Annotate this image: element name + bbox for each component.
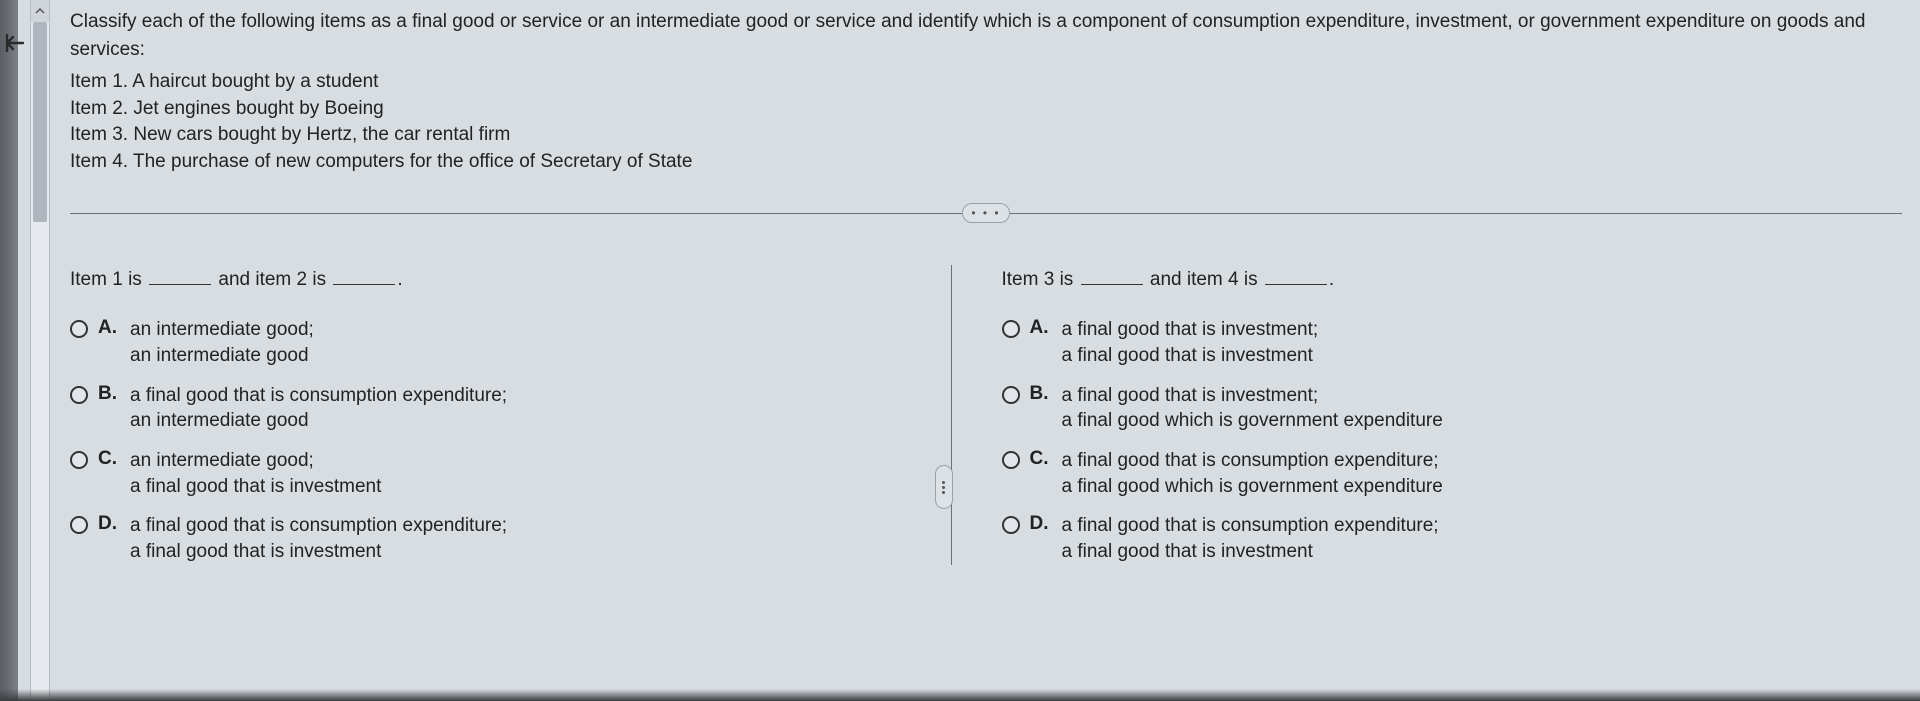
window-edge bbox=[0, 0, 18, 701]
question-1-column: Item 1 is and item 2 is . A. an intermed… bbox=[70, 265, 971, 564]
q1-option-a[interactable]: A. an intermediate good;an intermediate … bbox=[70, 317, 941, 368]
option-letter: A. bbox=[98, 317, 120, 339]
chevron-up-icon bbox=[35, 7, 45, 15]
option-letter: B. bbox=[98, 383, 120, 405]
option-text: an intermediate good;a final good that i… bbox=[130, 448, 381, 499]
option-letter: C. bbox=[1030, 448, 1052, 470]
answers-row: Item 1 is and item 2 is . A. an intermed… bbox=[70, 265, 1902, 564]
q1-option-b[interactable]: B. a final good that is consumption expe… bbox=[70, 383, 941, 434]
q2-stem: Item 3 is and item 4 is . bbox=[1002, 265, 1873, 291]
option-text: a final good that is consumption expendi… bbox=[1062, 513, 1439, 564]
option-text: a final good that is consumption expendi… bbox=[130, 513, 507, 564]
question-prompt: Classify each of the following items as … bbox=[70, 8, 1902, 63]
q1-blank-2 bbox=[333, 265, 395, 285]
scroll-thumb[interactable] bbox=[33, 22, 47, 222]
item-2: Item 2. Jet engines bought by Boeing bbox=[70, 96, 1902, 123]
item-4: Item 4. The purchase of new computers fo… bbox=[70, 149, 1902, 176]
q2-stem-part-b: and item 4 is bbox=[1150, 269, 1258, 290]
option-letter: A. bbox=[1030, 317, 1052, 339]
option-letter: B. bbox=[1030, 383, 1052, 405]
bottom-shadow bbox=[0, 689, 1920, 701]
back-button[interactable] bbox=[0, 28, 30, 58]
expand-pill[interactable]: • • • bbox=[962, 203, 1010, 223]
q1-options: A. an intermediate good;an intermediate … bbox=[70, 317, 941, 564]
option-text: a final good that is consumption expendi… bbox=[1062, 448, 1443, 499]
q2-stem-part-c: . bbox=[1329, 269, 1334, 290]
section-divider: • • • bbox=[70, 203, 1902, 223]
q2-stem-part-a: Item 3 is bbox=[1002, 269, 1074, 290]
q1-option-c[interactable]: C. an intermediate good;a final good tha… bbox=[70, 448, 941, 499]
q2-option-b[interactable]: B. a final good that is investment;a fin… bbox=[1002, 383, 1873, 434]
q2-option-a[interactable]: A. a final good that is investment;a fin… bbox=[1002, 317, 1873, 368]
radio-button[interactable] bbox=[1002, 516, 1020, 534]
option-text: a final good that is investment;a final … bbox=[1062, 317, 1319, 368]
q2-blank-1 bbox=[1081, 265, 1143, 285]
question-2-column: Item 3 is and item 4 is . A. a final goo… bbox=[962, 265, 1903, 564]
column-expand-pill[interactable] bbox=[935, 465, 953, 509]
option-text: a final good that is consumption expendi… bbox=[130, 383, 507, 434]
q1-stem-part-c: . bbox=[397, 269, 402, 290]
scroll-up-button[interactable] bbox=[31, 0, 49, 22]
q2-option-d[interactable]: D. a final good that is consumption expe… bbox=[1002, 513, 1873, 564]
q1-stem: Item 1 is and item 2 is . bbox=[70, 265, 941, 291]
option-letter: D. bbox=[98, 513, 120, 535]
item-list: Item 1. A haircut bought by a student It… bbox=[70, 69, 1902, 175]
option-text: an intermediate good;an intermediate goo… bbox=[130, 317, 314, 368]
vertical-scrollbar[interactable] bbox=[30, 0, 50, 701]
radio-button[interactable] bbox=[70, 516, 88, 534]
q2-option-c[interactable]: C. a final good that is consumption expe… bbox=[1002, 448, 1873, 499]
radio-button[interactable] bbox=[1002, 320, 1020, 338]
vertical-dots-icon bbox=[942, 481, 945, 494]
item-1: Item 1. A haircut bought by a student bbox=[70, 69, 1902, 96]
q1-stem-part-a: Item 1 is bbox=[70, 269, 142, 290]
option-letter: C. bbox=[98, 448, 120, 470]
radio-button[interactable] bbox=[70, 320, 88, 338]
radio-button[interactable] bbox=[70, 386, 88, 404]
question-content: Classify each of the following items as … bbox=[62, 0, 1920, 565]
arrow-left-bar-icon bbox=[3, 31, 27, 55]
option-letter: D. bbox=[1030, 513, 1052, 535]
option-text: a final good that is investment;a final … bbox=[1062, 383, 1443, 434]
radio-button[interactable] bbox=[70, 451, 88, 469]
q2-blank-2 bbox=[1265, 265, 1327, 285]
q1-option-d[interactable]: D. a final good that is consumption expe… bbox=[70, 513, 941, 564]
q1-stem-part-b: and item 2 is bbox=[218, 269, 326, 290]
radio-button[interactable] bbox=[1002, 386, 1020, 404]
q1-blank-1 bbox=[149, 265, 211, 285]
q2-options: A. a final good that is investment;a fin… bbox=[1002, 317, 1873, 564]
radio-button[interactable] bbox=[1002, 451, 1020, 469]
item-3: Item 3. New cars bought by Hertz, the ca… bbox=[70, 122, 1902, 149]
